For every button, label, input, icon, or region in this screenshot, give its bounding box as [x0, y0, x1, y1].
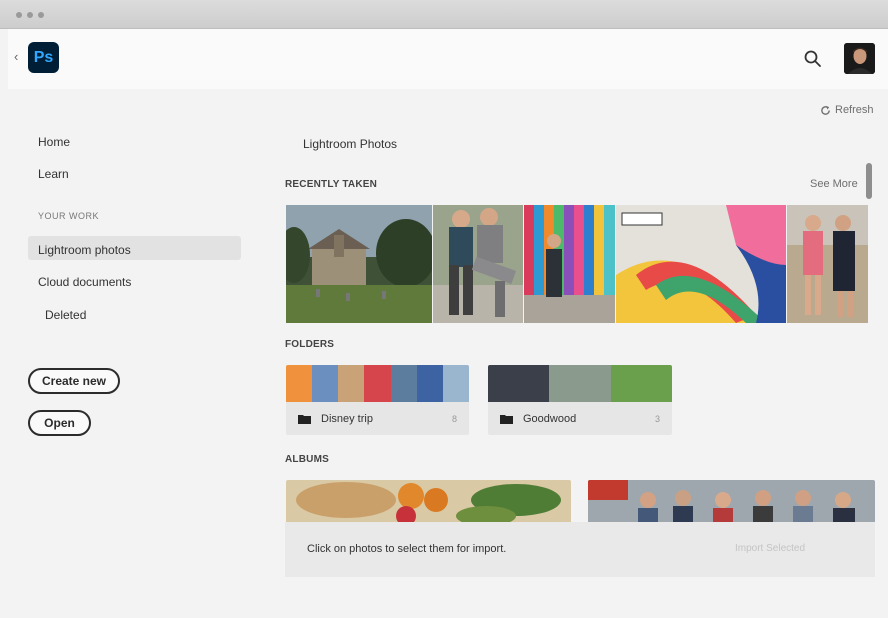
open-button[interactable]: Open: [28, 410, 91, 436]
folder-thumbnails: [286, 365, 469, 402]
window-controls[interactable]: [16, 12, 44, 18]
folder-card-disney-trip[interactable]: Disney trip 8: [286, 365, 469, 435]
minimize-window-icon[interactable]: [27, 12, 33, 18]
album-food[interactable]: [286, 480, 571, 524]
album-crowd[interactable]: [588, 480, 875, 524]
sidebar-item-deleted[interactable]: Deleted: [45, 308, 86, 322]
window-titlebar: [0, 0, 888, 29]
folder-icon: [500, 414, 513, 424]
chevron-left-icon[interactable]: ‹: [14, 49, 18, 64]
sidebar-item-home[interactable]: Home: [38, 135, 70, 149]
refresh-icon: [821, 105, 830, 115]
recent-photo-mural[interactable]: [616, 205, 786, 323]
folder-icon: [298, 414, 311, 424]
folder-card-goodwood[interactable]: Goodwood 3: [488, 365, 672, 435]
main-content: Home Learn YOUR WORK Lightroom photos Cl…: [8, 89, 888, 618]
recent-photo-wall[interactable]: [524, 205, 615, 323]
refresh-button[interactable]: Refresh: [820, 104, 874, 116]
logo-text: Ps: [33, 48, 54, 66]
recent-photo-church[interactable]: [286, 205, 432, 323]
import-bar: Click on photos to select them for impor…: [285, 522, 875, 577]
recent-photo-men[interactable]: [433, 205, 523, 323]
create-new-button[interactable]: Create new: [28, 368, 120, 394]
photoshop-logo[interactable]: Ps: [28, 42, 59, 73]
import-hint: Click on photos to select them for impor…: [307, 543, 507, 555]
refresh-label: Refresh: [835, 104, 874, 116]
scrollbar[interactable]: [866, 163, 872, 199]
sidebar-item-cloud-documents[interactable]: Cloud documents: [38, 275, 131, 289]
folders-heading: FOLDERS: [285, 339, 335, 350]
import-selected-button[interactable]: Import Selected: [735, 543, 805, 554]
app-header: ‹ Ps: [8, 29, 888, 89]
page-title: Lightroom Photos: [303, 137, 398, 151]
sidebar-item-learn[interactable]: Learn: [38, 167, 69, 181]
see-more-link[interactable]: See More: [810, 178, 858, 190]
sidebar-section-title: YOUR WORK: [38, 211, 100, 221]
folder-name: Goodwood: [523, 412, 577, 425]
user-avatar[interactable]: [844, 43, 875, 74]
folder-thumbnails: [488, 365, 672, 402]
folder-count: 8: [451, 413, 457, 424]
sidebar-item-lightroom-photos[interactable]: Lightroom photos: [38, 243, 131, 257]
maximize-window-icon[interactable]: [38, 12, 44, 18]
recent-photo-women[interactable]: [787, 205, 868, 323]
folder-name: Disney trip: [321, 412, 373, 425]
search-icon[interactable]: [803, 49, 823, 69]
recently-taken-heading: RECENTLY TAKEN: [285, 179, 378, 190]
albums-heading: ALBUMS: [285, 454, 329, 465]
sidebar: Home Learn YOUR WORK Lightroom photos Cl…: [8, 89, 258, 618]
folder-count: 3: [654, 413, 660, 424]
close-window-icon[interactable]: [16, 12, 22, 18]
